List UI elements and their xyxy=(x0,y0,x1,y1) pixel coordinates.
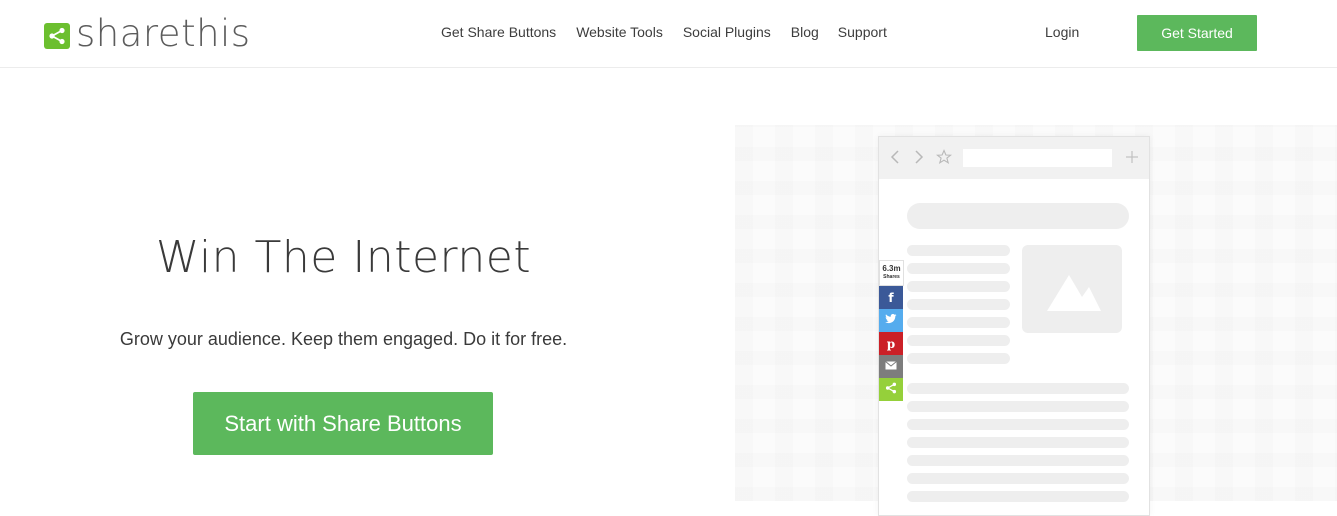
image-placeholder-icon xyxy=(1022,245,1122,333)
sharethis-share-button[interactable] xyxy=(879,378,903,401)
placeholder-line xyxy=(907,245,1010,256)
star-icon xyxy=(935,149,953,170)
placeholder-line xyxy=(907,299,1010,310)
browser-toolbar xyxy=(879,137,1149,179)
placeholder-line xyxy=(907,419,1129,430)
site-header: sharethis Get Share Buttons Website Tool… xyxy=(0,0,1337,68)
email-icon xyxy=(885,360,897,373)
twitter-share-button[interactable] xyxy=(879,309,903,332)
nav-social-plugins[interactable]: Social Plugins xyxy=(683,24,771,40)
share-count: 6.3m Shares xyxy=(879,260,904,286)
start-share-buttons-button[interactable]: Start with Share Buttons xyxy=(193,392,493,455)
pinterest-icon: p xyxy=(886,336,896,351)
placeholder-line xyxy=(907,491,1129,502)
hero-subtitle: Grow your audience. Keep them engaged. D… xyxy=(119,329,568,349)
placeholder-line xyxy=(907,401,1129,412)
nav-website-tools[interactable]: Website Tools xyxy=(576,24,663,40)
placeholder-line xyxy=(907,263,1010,274)
placeholder-line xyxy=(907,455,1129,466)
placeholder-line xyxy=(907,473,1129,484)
email-share-button[interactable] xyxy=(879,355,903,378)
main-nav: Get Share Buttons Website Tools Social P… xyxy=(441,24,907,40)
pinterest-share-button[interactable]: p xyxy=(879,332,903,355)
placeholder-line xyxy=(907,335,1010,346)
logo-wordmark: sharethis xyxy=(76,12,251,55)
placeholder-line xyxy=(907,437,1129,448)
twitter-icon xyxy=(885,314,897,327)
sharethis-icon xyxy=(885,382,897,397)
nav-get-share-buttons[interactable]: Get Share Buttons xyxy=(441,24,556,40)
facebook-icon: f xyxy=(888,290,894,305)
placeholder-line xyxy=(907,317,1010,328)
browser-mockup xyxy=(878,136,1150,516)
share-bar: 6.3m Shares f p xyxy=(879,260,904,401)
get-started-button[interactable]: Get Started xyxy=(1137,15,1257,51)
placeholder-line xyxy=(907,281,1010,292)
placeholder-heading xyxy=(907,203,1129,229)
nav-blog[interactable]: Blog xyxy=(791,24,819,40)
hero-title: Win The Internet xyxy=(155,232,532,283)
login-link[interactable]: Login xyxy=(1045,24,1079,40)
share-count-value: 6.3m xyxy=(882,264,901,273)
facebook-share-button[interactable]: f xyxy=(879,286,903,309)
sharethis-logo[interactable]: sharethis xyxy=(44,14,251,54)
chevron-right-icon xyxy=(913,149,925,170)
chevron-left-icon xyxy=(889,149,901,170)
share-icon xyxy=(44,23,70,49)
nav-support[interactable]: Support xyxy=(838,24,887,40)
address-bar xyxy=(963,149,1112,167)
plus-icon xyxy=(1125,149,1139,170)
placeholder-line xyxy=(907,383,1129,394)
placeholder-line xyxy=(907,353,1010,364)
share-count-label: Shares xyxy=(883,274,900,280)
